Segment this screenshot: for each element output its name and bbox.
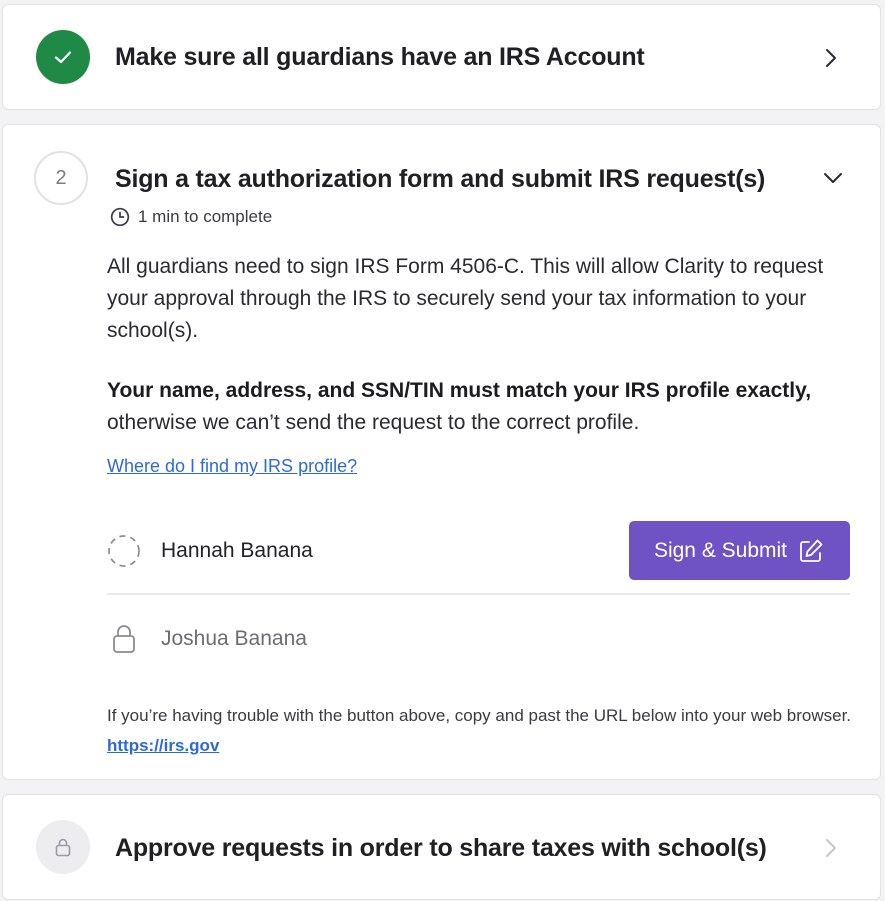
lock-icon [113,625,135,653]
step-complete-badge [36,30,90,84]
guardian-row: Hannah Banana [107,534,313,568]
lock-icon [55,838,71,857]
sign-submit-label: Sign & Submit [653,538,788,562]
step-card-approve-requests[interactable]: Approve requests in order to share taxes… [2,794,881,900]
time-estimate: 1 min to complete [110,207,272,227]
step-title: Make sure all guardians have an IRS Acco… [115,43,645,71]
step-card-irs-account[interactable]: Make sure all guardians have an IRS Acco… [2,4,881,110]
step-title: Sign a tax authorization form and submit… [115,165,766,193]
sign-submit-button[interactable]: Sign & Submit [629,521,850,580]
guardian-name: Joshua Banana [161,627,307,650]
irs-url-link[interactable]: https://irs.gov [107,736,219,755]
chevron-right-icon[interactable] [820,837,842,859]
warning-bold-text: Your name, address, and SSN/TIN must mat… [107,379,812,402]
warning-rest-text: otherwise we can’t send the request to t… [107,411,640,434]
trouble-message: If you’re having trouble with the button… [107,706,852,725]
checkmark-icon [54,51,72,64]
warning-paragraph: Your name, address, and SSN/TIN must mat… [107,375,847,439]
clock-icon [110,207,130,227]
guardian-divider [107,593,850,595]
time-estimate-text: 1 min to complete [138,207,273,226]
step-card-sign-form: 2 Sign a tax authorization form and subm… [2,124,881,780]
trouble-text: If you’re having trouble with the button… [107,701,852,761]
chevron-down-icon[interactable] [822,167,844,189]
guardian-name: Hannah Banana [161,539,313,562]
guardian-row: Joshua Banana [107,622,307,656]
chevron-right-icon[interactable] [820,47,842,69]
step-locked-badge [36,820,90,874]
dashed-circle-icon [108,535,140,567]
instructions-paragraph: All guardians need to sign IRS Form 4506… [107,255,824,342]
step-number-badge: 2 [34,151,88,205]
irs-profile-help-link[interactable]: Where do I find my IRS profile? [107,456,357,477]
step-title: Approve requests in order to share taxes… [115,834,767,862]
edit-pen-icon [800,539,823,562]
